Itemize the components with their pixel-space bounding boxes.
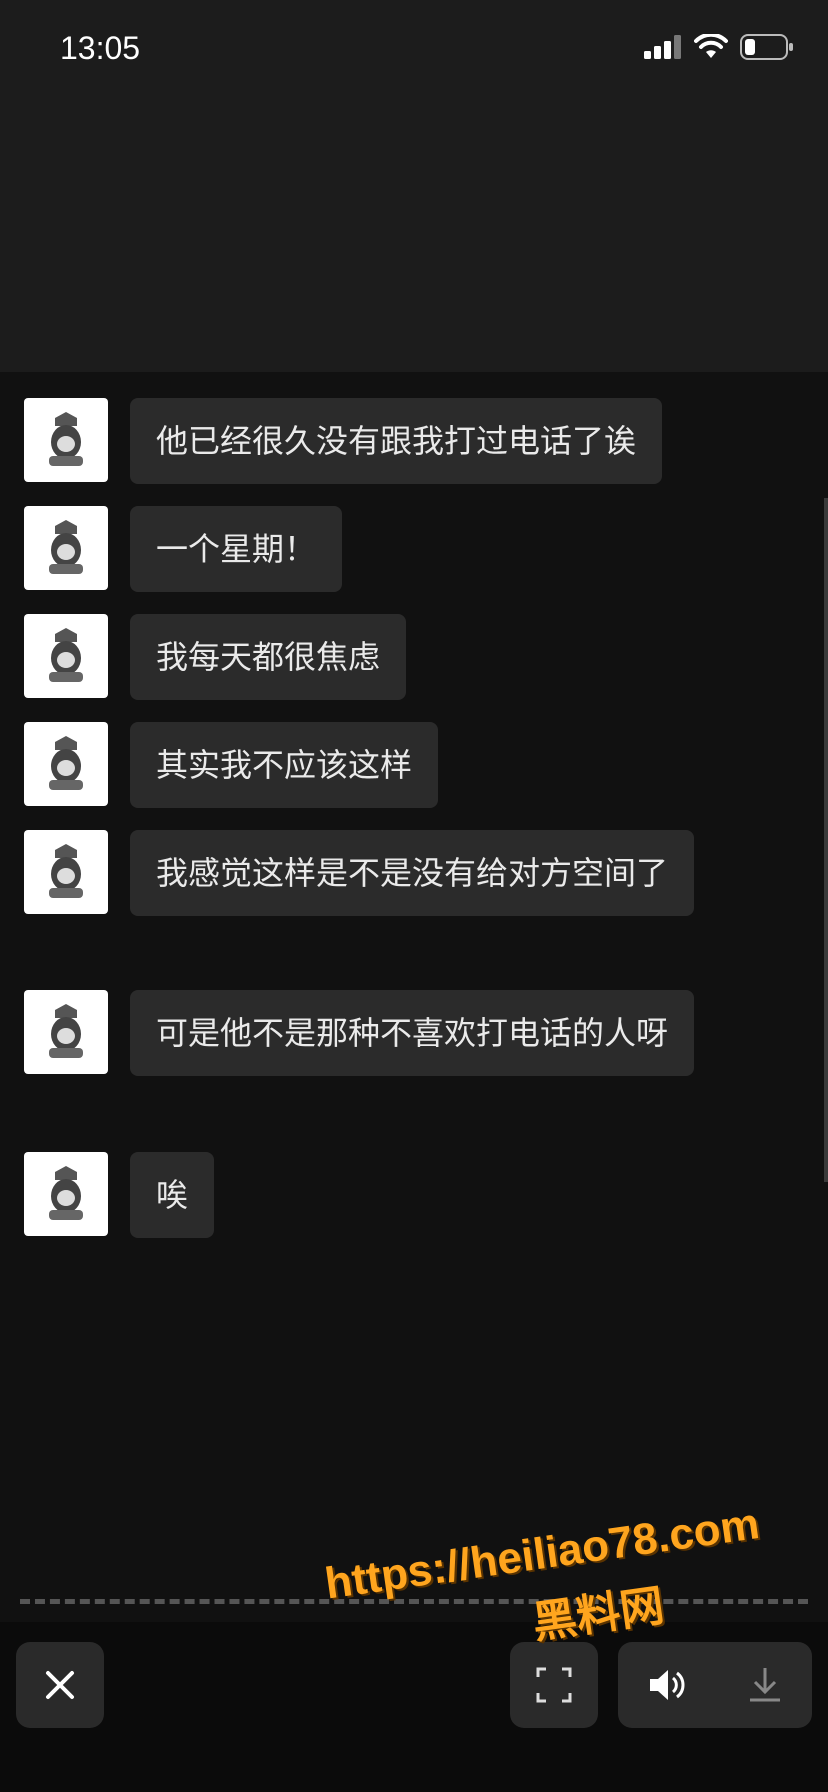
message-bubble[interactable]: 可是他不是那种不喜欢打电话的人呀 (130, 990, 695, 1076)
message-row: 可是他不是那种不喜欢打电话的人呀 (24, 990, 695, 1076)
battery-icon (740, 34, 793, 60)
avatar-image-icon (49, 736, 83, 790)
media-controls (618, 1642, 812, 1728)
message-bubble[interactable]: 我感觉这样是不是没有给对方空间了 (130, 830, 695, 916)
avatar[interactable] (24, 506, 108, 590)
message-bubble[interactable]: 其实我不应该这样 (130, 722, 439, 808)
status-icons (644, 34, 794, 60)
status-bar: 13:05 (0, 0, 828, 100)
avatar-image-icon (49, 844, 83, 898)
close-button[interactable] (16, 1642, 104, 1728)
avatar[interactable] (24, 830, 108, 914)
scan-icon (536, 1667, 572, 1703)
message-bubble[interactable]: 我每天都很焦虑 (130, 614, 407, 700)
download-icon[interactable] (747, 1666, 783, 1704)
status-time: 13:05 (60, 30, 141, 66)
message-bubble[interactable]: 一个星期！ (130, 506, 343, 592)
avatar-image-icon (49, 1004, 83, 1058)
message-bubble[interactable]: 唉 (130, 1152, 215, 1238)
avatar-image-icon (49, 1166, 83, 1220)
message-bubble[interactable]: 他已经很久没有跟我打过电话了诶 (130, 398, 663, 484)
avatar[interactable] (24, 614, 108, 698)
message-row: 其实我不应该这样 (24, 722, 439, 808)
avatar-image-icon (49, 628, 83, 682)
scrollbar[interactable] (824, 498, 828, 1182)
avatar[interactable] (24, 722, 108, 806)
avatar[interactable] (24, 990, 108, 1074)
speaker-icon[interactable] (648, 1667, 688, 1703)
avatar[interactable] (24, 398, 108, 482)
message-row: 一个星期！ (24, 506, 343, 592)
scan-button[interactable] (510, 1642, 598, 1728)
message-row: 唉 (24, 1152, 215, 1238)
avatar-image-icon (49, 412, 83, 466)
signal-icon (644, 35, 681, 59)
wifi-icon (694, 34, 728, 58)
message-row: 我每天都很焦虑 (24, 614, 407, 700)
message-row: 他已经很久没有跟我打过电话了诶 (24, 398, 663, 484)
avatar[interactable] (24, 1152, 108, 1236)
avatar-image-icon (49, 520, 83, 574)
message-row: 我感觉这样是不是没有给对方空间了 (24, 830, 695, 916)
close-icon (46, 1671, 74, 1699)
